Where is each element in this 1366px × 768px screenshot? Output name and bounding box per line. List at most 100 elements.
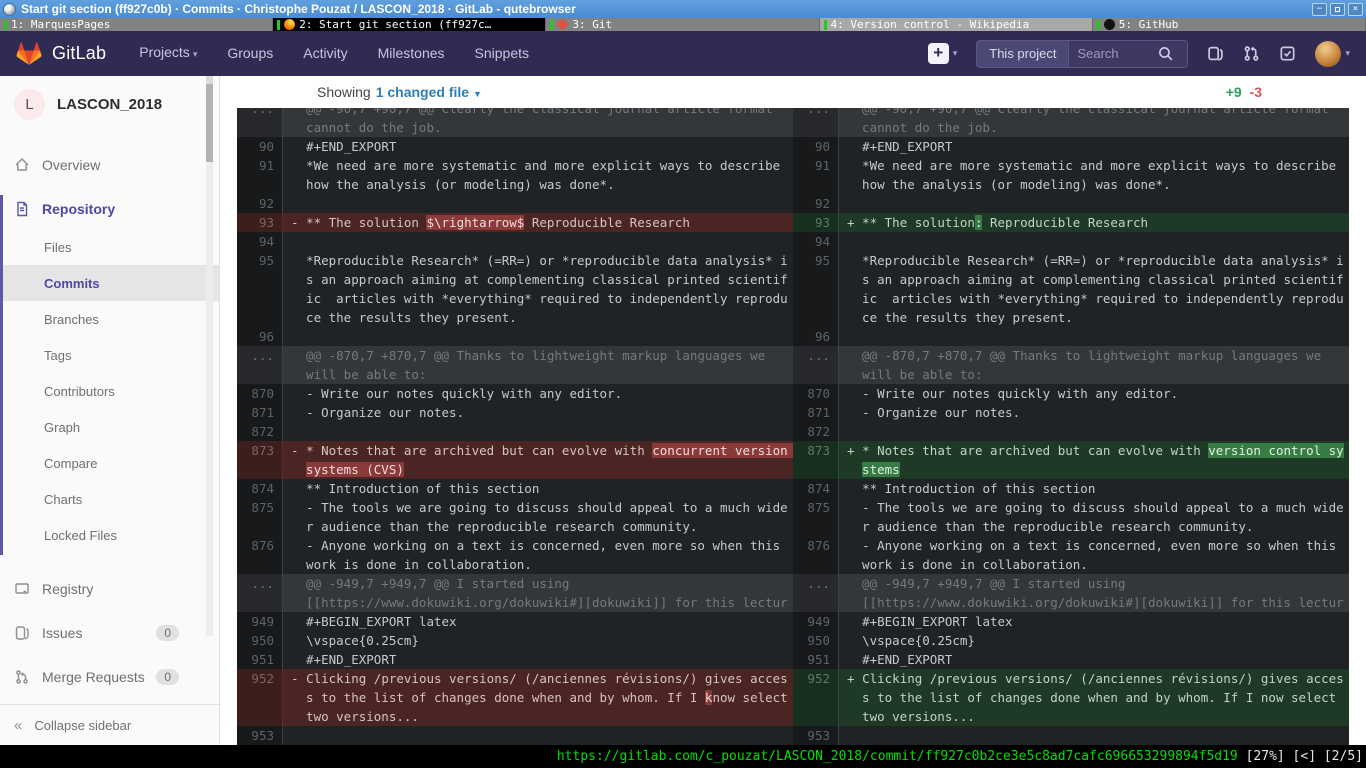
qutebrowser-icon xyxy=(3,3,16,16)
new-line-number[interactable]: 95 xyxy=(793,251,839,327)
old-line-number[interactable]: 96 xyxy=(237,327,283,346)
sidebar-scrollbar-up-arrow[interactable] xyxy=(206,76,213,84)
diff-row-951: 951 #+END_EXPORT951 #+END_EXPORT xyxy=(237,650,1349,669)
new-code: - Organize our notes. xyxy=(839,403,1349,422)
project-header[interactable]: L LASCON_2018 xyxy=(0,76,219,132)
changed-text-highlight: k xyxy=(705,690,713,705)
new-line-number[interactable]: 96 xyxy=(793,327,839,346)
old-line-number[interactable]: 91 xyxy=(237,156,283,194)
new-line-number[interactable]: 951 xyxy=(793,650,839,669)
changed-files-dropdown[interactable]: 1 changed file ▼ xyxy=(376,84,482,100)
sidebar-item-locked-files[interactable]: Locked Files xyxy=(3,517,219,553)
old-line-number[interactable]: 874 xyxy=(237,479,283,498)
diff-row-875: 875 - The tools we are going to discuss … xyxy=(237,498,1349,536)
new-line-number[interactable]: 872 xyxy=(793,422,839,441)
new-menu-button[interactable]: + ▾ xyxy=(928,43,958,64)
old-line-number[interactable]: 95 xyxy=(237,251,283,327)
new-code xyxy=(839,726,1349,745)
diff-row-93: 93- ** The solution $\rightarrow$ Reprod… xyxy=(237,213,1349,232)
new-line-number[interactable]: 952 xyxy=(793,669,839,726)
sidebar-item-label: Merge Requests xyxy=(42,669,145,685)
sidebar-item-registry[interactable]: Registry xyxy=(0,574,219,603)
user-menu[interactable]: ▾ xyxy=(1315,41,1350,67)
diff-row-94: 94 94 xyxy=(237,232,1349,251)
repository-subnav: FilesCommitsBranchesTagsContributorsGrap… xyxy=(3,229,219,553)
sidebar-item-compare[interactable]: Compare xyxy=(3,445,219,481)
search-group: This project xyxy=(976,40,1188,68)
maximize-button[interactable] xyxy=(1330,3,1345,16)
merge-requests-icon[interactable] xyxy=(1243,45,1260,62)
new-line-number[interactable]: 93 xyxy=(793,213,839,232)
new-line-number[interactable]: 876 xyxy=(793,536,839,574)
collapse-sidebar-button[interactable]: « Collapse sidebar xyxy=(0,704,219,745)
registry-icon xyxy=(14,581,30,597)
old-line-number[interactable]: 94 xyxy=(237,232,283,251)
old-line-number[interactable]: 873 xyxy=(237,441,283,479)
issues-dashboard-icon[interactable] xyxy=(1207,45,1224,62)
old-line-number[interactable]: 871 xyxy=(237,403,283,422)
sidebar-scrollbar-thumb[interactable] xyxy=(206,84,213,162)
gitlab-home-link[interactable]: GitLab xyxy=(16,42,106,66)
old-line-number[interactable]: 90 xyxy=(237,137,283,156)
sidebar-item-graph[interactable]: Graph xyxy=(3,409,219,445)
old-line-number[interactable]: 950 xyxy=(237,631,283,650)
old-line-number[interactable]: 953 xyxy=(237,726,283,745)
new-line-number[interactable]: 949 xyxy=(793,612,839,631)
old-line-number[interactable]: 875 xyxy=(237,498,283,536)
sidebar-item-merge-requests[interactable]: Merge Requests0 xyxy=(0,662,219,691)
old-line-number[interactable]: 92 xyxy=(237,194,283,213)
new-line-number[interactable]: 873 xyxy=(793,441,839,479)
sidebar-item-branches[interactable]: Branches xyxy=(3,301,219,337)
new-code: - The tools we are going to discuss shou… xyxy=(839,498,1349,536)
navbar-link-milestones[interactable]: Milestones xyxy=(363,31,460,76)
new-line-number[interactable]: 94 xyxy=(793,232,839,251)
new-line-number[interactable]: 950 xyxy=(793,631,839,650)
browser-tab[interactable]: 3: Git xyxy=(546,18,819,31)
diff-row-96: 96 96 xyxy=(237,327,1349,346)
navbar-link-snippets[interactable]: Snippets xyxy=(460,31,544,76)
todos-icon[interactable] xyxy=(1279,45,1296,62)
sidebar-item-charts[interactable]: Charts xyxy=(3,481,219,517)
old-line-number[interactable]: 872 xyxy=(237,422,283,441)
new-line-number[interactable]: 90 xyxy=(793,137,839,156)
new-line-number[interactable]: 874 xyxy=(793,479,839,498)
gitlab-navbar: GitLab Projects▾GroupsActivityMilestones… xyxy=(0,31,1366,76)
merge-request-icon xyxy=(14,669,30,685)
github-icon xyxy=(1104,19,1115,30)
new-line-number[interactable]: 871 xyxy=(793,403,839,422)
sidebar-bottom-items: Registry Issues0 Merge Requests0 xyxy=(0,574,219,691)
navbar-link-groups[interactable]: Groups xyxy=(212,31,288,76)
old-line-number[interactable]: 870 xyxy=(237,384,283,403)
navbar-link-activity[interactable]: Activity xyxy=(288,31,362,76)
browser-tab[interactable]: 2: Start git section (ff927c… xyxy=(273,18,546,31)
old-line-number[interactable]: 951 xyxy=(237,650,283,669)
browser-tab[interactable]: 4: Version control - Wikipedia xyxy=(820,18,1093,31)
changed-text-highlight: : xyxy=(975,215,983,230)
new-code xyxy=(839,194,1349,213)
window-title: Start git section (ff927c0b) · Commits ·… xyxy=(21,0,1306,18)
old-line-number[interactable]: 949 xyxy=(237,612,283,631)
sidebar-item-overview[interactable]: Overview xyxy=(0,151,219,179)
sidebar-item-repository[interactable]: Repository xyxy=(3,195,219,223)
sidebar-item-issues[interactable]: Issues0 xyxy=(0,618,219,647)
tab-label: 1: MarquesPages xyxy=(11,18,110,31)
new-line-number[interactable]: 91 xyxy=(793,156,839,194)
sidebar-item-files[interactable]: Files xyxy=(3,229,219,265)
sidebar-item-contributors[interactable]: Contributors xyxy=(3,373,219,409)
new-line-number[interactable]: 870 xyxy=(793,384,839,403)
old-line-number[interactable]: 952 xyxy=(237,669,283,726)
minimize-button[interactable]: − xyxy=(1312,3,1327,16)
browser-tab[interactable]: 5: GitHub xyxy=(1093,18,1366,31)
sidebar-item-tags[interactable]: Tags xyxy=(3,337,219,373)
search-input[interactable] xyxy=(1077,46,1157,61)
close-button[interactable]: × xyxy=(1348,3,1363,16)
new-line-number[interactable]: 92 xyxy=(793,194,839,213)
tab-indicator xyxy=(4,20,7,30)
navbar-link-projects[interactable]: Projects▾ xyxy=(124,30,212,77)
old-line-number[interactable]: 876 xyxy=(237,536,283,574)
new-line-number[interactable]: 875 xyxy=(793,498,839,536)
old-line-number[interactable]: 93 xyxy=(237,213,283,232)
tab-label: 2: Start git section (ff927c… xyxy=(299,18,491,31)
sidebar-item-commits[interactable]: Commits xyxy=(3,265,219,301)
new-line-number[interactable]: 953 xyxy=(793,726,839,745)
